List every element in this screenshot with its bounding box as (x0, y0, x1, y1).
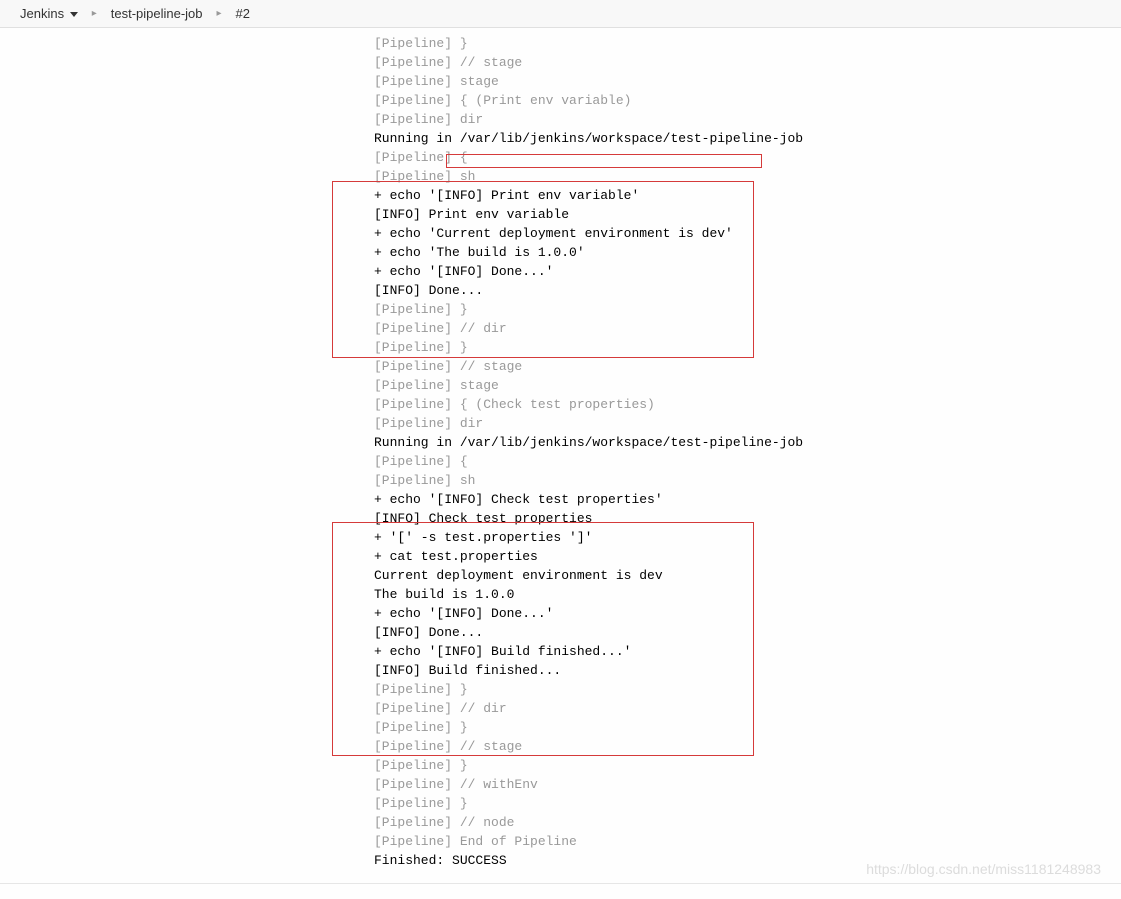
console-line: [Pipeline] } (374, 680, 1121, 699)
console-line: [Pipeline] { (Print env variable) (374, 91, 1121, 110)
console-line: [Pipeline] } (374, 34, 1121, 53)
console-line: [Pipeline] // dir (374, 699, 1121, 718)
console-line: [Pipeline] { (374, 452, 1121, 471)
console-output: [Pipeline] }[Pipeline] // stage[Pipeline… (374, 34, 1121, 870)
console-line: [Pipeline] sh (374, 471, 1121, 490)
console-line: + echo 'Current deployment environment i… (374, 224, 1121, 243)
console-line: + echo '[INFO] Build finished...' (374, 642, 1121, 661)
console-line: [Pipeline] } (374, 718, 1121, 737)
console-line: + echo '[INFO] Done...' (374, 604, 1121, 623)
console-line: Current deployment environment is dev (374, 566, 1121, 585)
console-line: + echo '[INFO] Check test properties' (374, 490, 1121, 509)
console-line: + echo '[INFO] Print env variable' (374, 186, 1121, 205)
divider (0, 883, 1121, 884)
console-line: [Pipeline] } (374, 756, 1121, 775)
console-line: [Pipeline] // withEnv (374, 775, 1121, 794)
console-line: [Pipeline] // dir (374, 319, 1121, 338)
watermark-text: https://blog.csdn.net/miss1181248983 (866, 861, 1101, 877)
breadcrumb-build-link[interactable]: #2 (236, 6, 250, 21)
console-line: [Pipeline] // stage (374, 53, 1121, 72)
console-line: Running in /var/lib/jenkins/workspace/te… (374, 433, 1121, 452)
console-line: [Pipeline] } (374, 300, 1121, 319)
console-line: + '[' -s test.properties ']' (374, 528, 1121, 547)
console-line: [Pipeline] End of Pipeline (374, 832, 1121, 851)
console-line: Running in /var/lib/jenkins/workspace/te… (374, 129, 1121, 148)
console-line: [INFO] Build finished... (374, 661, 1121, 680)
breadcrumb-root-link[interactable]: Jenkins (20, 6, 64, 21)
console-line: [Pipeline] { (374, 148, 1121, 167)
console-line: [INFO] Done... (374, 623, 1121, 642)
console-line: [INFO] Print env variable (374, 205, 1121, 224)
breadcrumb-separator-icon: ▸ (217, 8, 222, 19)
breadcrumb-separator-icon: ▸ (92, 8, 97, 19)
console-line: [Pipeline] stage (374, 376, 1121, 395)
console-line: [INFO] Done... (374, 281, 1121, 300)
console-output-panel: [Pipeline] }[Pipeline] // stage[Pipeline… (0, 28, 1121, 890)
console-line: [Pipeline] // node (374, 813, 1121, 832)
console-line: [Pipeline] } (374, 794, 1121, 813)
chevron-down-icon[interactable] (70, 12, 78, 17)
console-line: [Pipeline] // stage (374, 737, 1121, 756)
console-line: [INFO] Check test properties (374, 509, 1121, 528)
console-line: [Pipeline] } (374, 338, 1121, 357)
console-line: The build is 1.0.0 (374, 585, 1121, 604)
console-line: [Pipeline] { (Check test properties) (374, 395, 1121, 414)
console-line: + cat test.properties (374, 547, 1121, 566)
console-line: + echo '[INFO] Done...' (374, 262, 1121, 281)
console-line: [Pipeline] sh (374, 167, 1121, 186)
console-line: [Pipeline] dir (374, 414, 1121, 433)
breadcrumb: Jenkins ▸ test-pipeline-job ▸ #2 (0, 0, 1121, 28)
breadcrumb-job-link[interactable]: test-pipeline-job (111, 6, 203, 21)
console-line: + echo 'The build is 1.0.0' (374, 243, 1121, 262)
console-line: [Pipeline] stage (374, 72, 1121, 91)
console-line: [Pipeline] // stage (374, 357, 1121, 376)
console-line: [Pipeline] dir (374, 110, 1121, 129)
